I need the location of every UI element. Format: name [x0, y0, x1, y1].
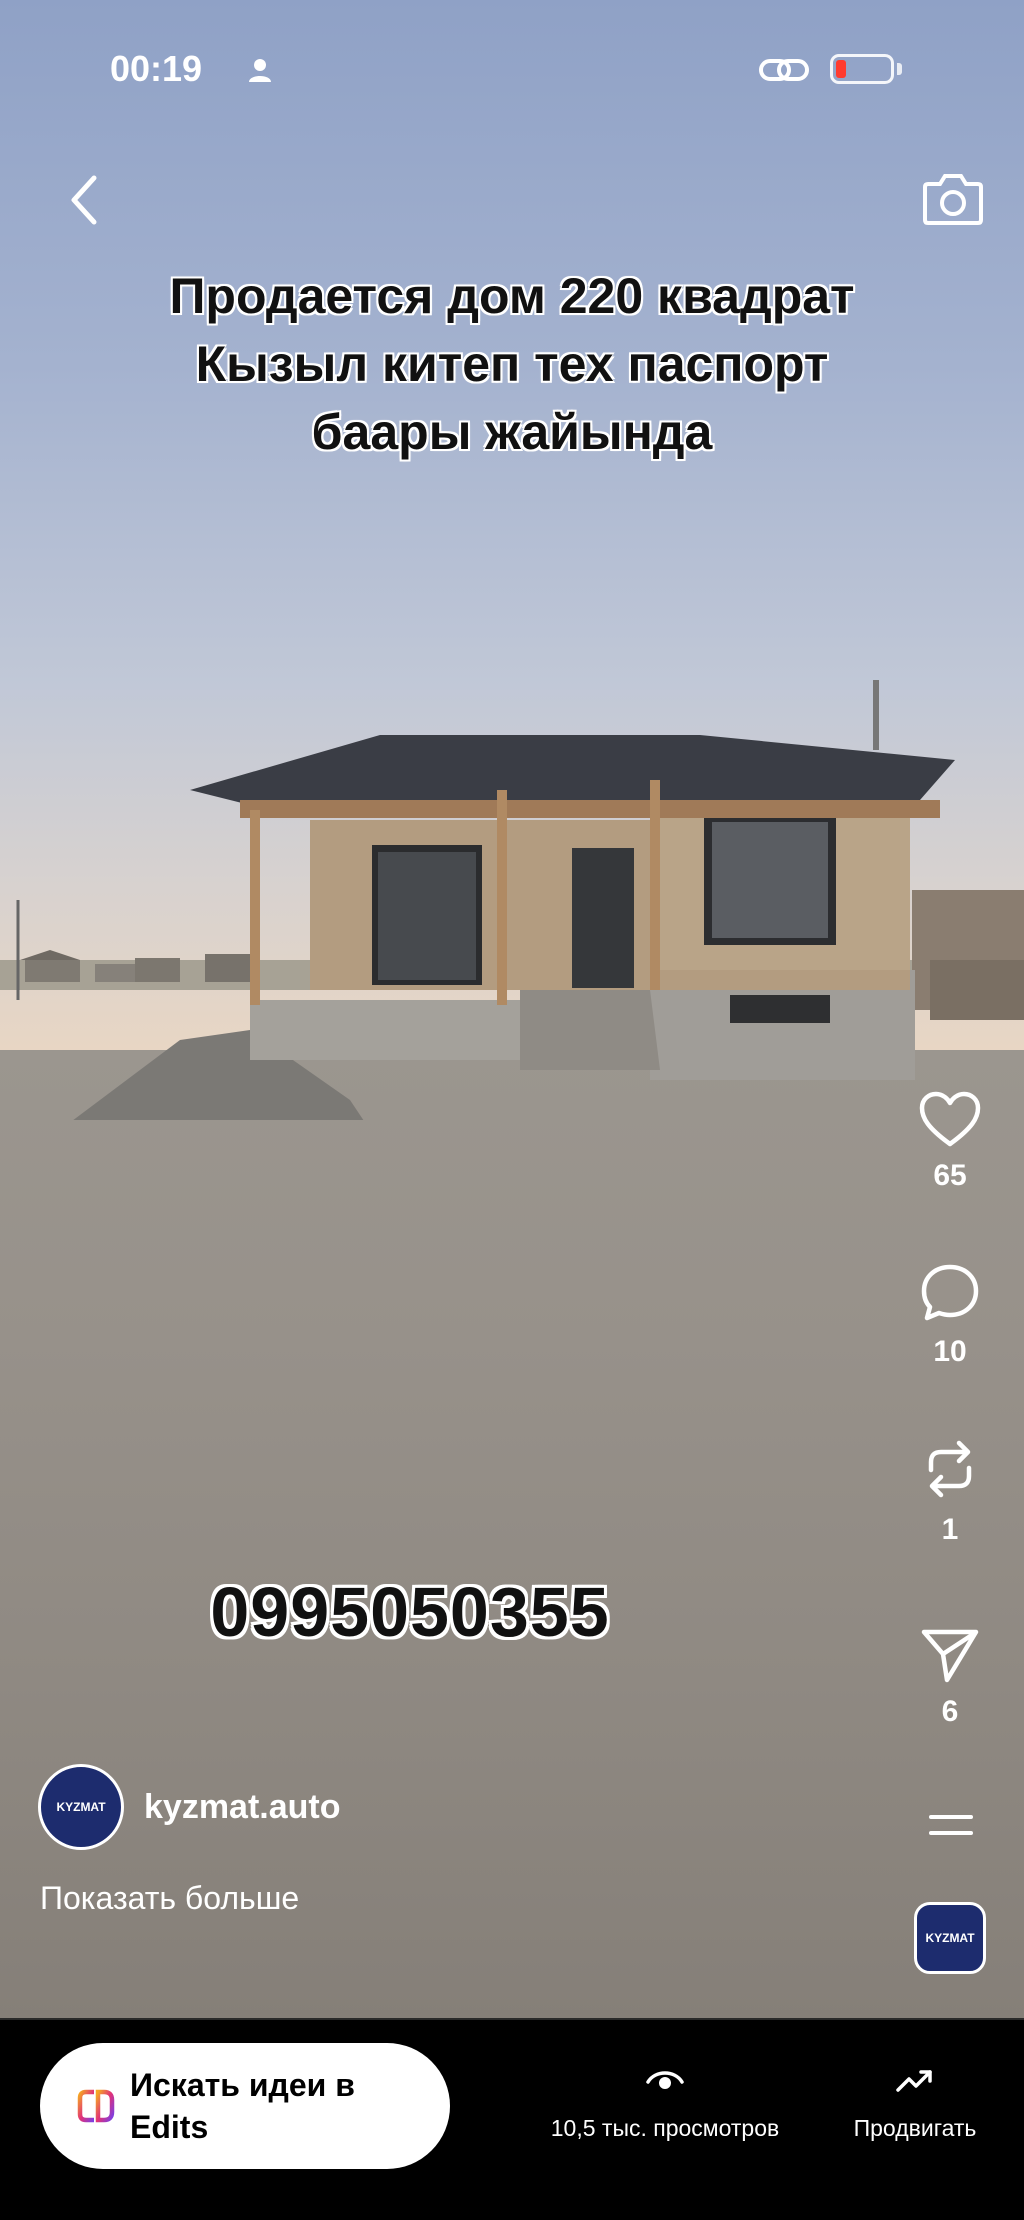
promote-button[interactable]: Продвигать — [830, 2066, 1000, 2142]
show-more-link[interactable]: Показать больше — [40, 1880, 299, 1917]
overlay-line: баары жайында — [311, 404, 713, 460]
promote-label: Продвигать — [853, 2115, 977, 2141]
views-button[interactable]: 10,5 тыс. просмотров — [520, 2066, 810, 2142]
link-icon — [759, 59, 809, 81]
audio-thumbnail[interactable]: KYZMAT — [914, 1902, 986, 1974]
battery-icon — [830, 54, 894, 84]
author-name[interactable]: kyzmat.auto — [144, 1788, 341, 1827]
menu-icon[interactable] — [925, 1808, 977, 1842]
edits-label: Искать идеи в Edits — [130, 2064, 355, 2148]
phone-overlay: 0995050355 — [210, 1573, 610, 1651]
status-time: 00:19 — [110, 48, 203, 89]
audio-thumbnail-text: KYZMAT — [925, 1931, 975, 1945]
heart-icon[interactable] — [918, 1090, 982, 1148]
edits-ideas-button[interactable]: Искать идеи в Edits — [40, 2043, 450, 2169]
overlay-line: Кызыл китеп тех паспорт — [195, 336, 829, 392]
edits-label-line2: Edits — [130, 2109, 209, 2145]
eye-icon — [646, 2071, 684, 2089]
comment-count: 10 — [933, 1335, 967, 1368]
repost-action[interactable]: 1 — [900, 1436, 1000, 1547]
overlay-line: Продается дом 220 квадрат — [169, 268, 855, 324]
comment-icon[interactable] — [919, 1262, 981, 1324]
edits-logo-icon — [77, 2089, 115, 2123]
house-image — [0, 680, 1024, 1120]
like-count: 65 — [933, 1159, 967, 1192]
like-action[interactable]: 65 — [900, 1090, 1000, 1193]
avatar-text: KYZMAT — [56, 1800, 106, 1814]
send-icon[interactable] — [919, 1626, 981, 1684]
person-icon — [249, 59, 271, 82]
post-overlay-text: Продается дом 220 квадрат Кызыл китеп те… — [40, 262, 984, 466]
avatar[interactable]: KYZMAT — [38, 1764, 124, 1850]
back-chevron-icon[interactable] — [64, 170, 104, 230]
reel-video[interactable]: 00:19 Продается дом 220 квадрат Кызыл ки… — [0, 0, 1024, 2020]
camera-icon[interactable] — [922, 170, 984, 226]
repost-count: 1 — [941, 1513, 959, 1546]
comment-action[interactable]: 10 — [900, 1262, 1000, 1369]
battery-tip — [897, 63, 902, 75]
edits-label-line1: Искать идеи в — [130, 2067, 355, 2103]
ground — [0, 1050, 1024, 2020]
views-label: 10,5 тыс. просмотров — [550, 2115, 780, 2141]
share-action[interactable]: 6 — [900, 1626, 1000, 1729]
share-count: 6 — [941, 1695, 959, 1728]
trend-icon — [896, 2070, 932, 2092]
repost-icon[interactable] — [919, 1436, 981, 1502]
